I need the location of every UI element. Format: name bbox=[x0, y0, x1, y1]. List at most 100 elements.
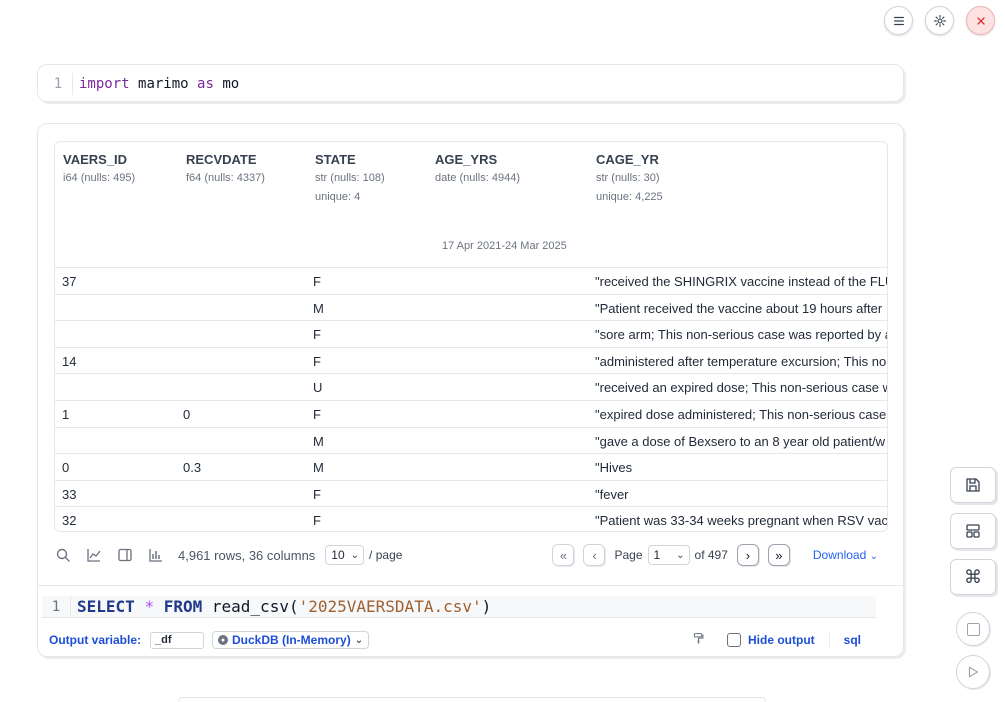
command-palette-button[interactable]: ⌘ bbox=[950, 559, 996, 595]
line-number: 1 bbox=[51, 598, 61, 615]
cell-recvdate: 0.3 bbox=[183, 460, 202, 476]
table-row[interactable]: U "received an expired dose; This non-ser… bbox=[55, 374, 887, 401]
engine-label: DuckDB (In-Memory) bbox=[232, 633, 351, 647]
output-variable-label: Output variable: bbox=[49, 633, 142, 647]
cell-state: M bbox=[313, 433, 324, 449]
function-name: read_csv( bbox=[211, 597, 299, 616]
next-cell-preview bbox=[178, 697, 766, 702]
stop-button[interactable] bbox=[956, 612, 990, 646]
column-name: RECVDATE bbox=[186, 152, 257, 167]
gutter-divider bbox=[70, 595, 71, 618]
cell-cage-yr: "Patient was 33-34 weeks pregnant when R… bbox=[595, 513, 888, 529]
column-stats-button[interactable] bbox=[147, 546, 165, 564]
format-button[interactable] bbox=[692, 632, 705, 648]
cell-cage-yr: "Hives bbox=[595, 460, 633, 476]
module-alias: mo bbox=[222, 76, 240, 92]
table-row[interactable]: M "Patient received the vaccine about 19 … bbox=[55, 295, 887, 322]
cell-state: F bbox=[313, 486, 321, 502]
per-page-label: / page bbox=[369, 548, 403, 562]
date-range-summary: 17 Apr 2021-24 Mar 2025 bbox=[442, 240, 567, 252]
column-type: date (nulls: 4944) bbox=[435, 172, 520, 184]
output-variable-input[interactable] bbox=[150, 631, 205, 649]
hide-output-checkbox[interactable] bbox=[727, 633, 741, 647]
paint-roller-icon bbox=[693, 633, 704, 644]
column-name: AGE_YRS bbox=[435, 152, 498, 167]
column-unique: unique: 4,225 bbox=[596, 191, 663, 203]
page-label: Page bbox=[614, 548, 643, 562]
column-type: f64 (nulls: 4337) bbox=[186, 172, 265, 184]
chevron-down-icon: ⌄ bbox=[350, 549, 360, 561]
page-count: of 497 bbox=[694, 548, 728, 562]
column-name: CAGE_YR bbox=[596, 152, 659, 167]
engine-select[interactable]: ● DuckDB (In-Memory) ⌄ bbox=[212, 631, 370, 649]
code-cell-import[interactable]: 1 import marimo as mo bbox=[37, 64, 904, 102]
cell-recvdate: 0 bbox=[183, 407, 191, 422]
select-star: * bbox=[144, 597, 155, 616]
page-size-select[interactable]: 10 ⌄ bbox=[325, 545, 365, 565]
column-type: str (nulls: 30) bbox=[596, 172, 660, 184]
sql-editor-line[interactable]: 1 SELECT * FROM read_csv('2025VAERSDATA.… bbox=[42, 595, 876, 618]
chevron-down-icon: ⌄ bbox=[676, 549, 685, 561]
search-icon bbox=[56, 548, 70, 562]
save-button[interactable] bbox=[950, 467, 996, 503]
close-button[interactable] bbox=[966, 6, 995, 35]
download-button[interactable]: Download ⌄ bbox=[813, 548, 878, 562]
chevron-down-icon: ⌄ bbox=[869, 551, 878, 562]
cell-cage-yr: "expired dose administered; This non-ser… bbox=[595, 407, 887, 422]
double-chevron-left-icon: « bbox=[559, 547, 568, 563]
download-label: Download bbox=[812, 548, 867, 562]
table-row[interactable]: 1 0 F "expired dose administered; This non-… bbox=[55, 401, 887, 428]
next-page-button[interactable]: › bbox=[736, 544, 759, 566]
sql-cell[interactable]: VAERS_ID i64 (nulls: 495) RECVDATE f64 (… bbox=[37, 123, 904, 657]
layout-button[interactable] bbox=[950, 513, 996, 549]
chevron-right-icon: › bbox=[745, 547, 751, 563]
table-row[interactable]: F "sore arm; This non-serious case was re… bbox=[55, 321, 887, 348]
column-header-age-yrs[interactable]: AGE_YRS date (nulls: 4944) bbox=[435, 152, 520, 184]
column-header-recvdate[interactable]: RECVDATE f64 (nulls: 4337) bbox=[186, 152, 265, 184]
gear-icon bbox=[933, 14, 946, 27]
table-row[interactable]: 37 F "received the SHINGRIX vaccine instea… bbox=[55, 268, 887, 295]
chart-button[interactable] bbox=[85, 546, 103, 564]
table-row[interactable]: 14 F "administered after temperature excur… bbox=[55, 348, 887, 375]
column-header-vaers-id[interactable]: VAERS_ID i64 (nulls: 495) bbox=[63, 152, 135, 184]
cell-cage-yr: "gave a dose of Bexsero to an 8 year old… bbox=[595, 433, 886, 449]
first-page-button[interactable]: « bbox=[552, 544, 575, 566]
search-button[interactable] bbox=[54, 546, 72, 564]
hide-output-label: Hide output bbox=[748, 633, 815, 647]
column-header-state[interactable]: STATE str (nulls: 108) unique: 4 bbox=[315, 152, 385, 203]
language-toggle[interactable]: sql bbox=[844, 633, 861, 647]
table-toolbar: 4,961 rows, 36 columns 10 ⌄ / page « ‹ Pa… bbox=[54, 542, 887, 568]
cell-cage-yr: "received the SHINGRIX vaccine instead o… bbox=[595, 274, 888, 289]
cell-vaers-id: 32 bbox=[62, 513, 77, 529]
chevron-down-icon: ⌄ bbox=[354, 634, 364, 646]
columns-panel-button[interactable] bbox=[116, 546, 134, 564]
last-page-button[interactable]: » bbox=[767, 544, 790, 566]
table-row[interactable]: M "gave a dose of Bexsero to an 8 year ol… bbox=[55, 428, 887, 455]
previous-page-button[interactable]: ‹ bbox=[583, 544, 606, 566]
command-icon: ⌘ bbox=[964, 566, 982, 587]
page-number-select[interactable]: 1 ⌄ bbox=[647, 545, 690, 565]
chevron-left-icon: ‹ bbox=[592, 547, 597, 563]
cell-state: F bbox=[313, 353, 321, 369]
cell-cage-yr: "administered after temperature excursio… bbox=[595, 353, 887, 369]
string-argument: '2025VAERSDATA.csv' bbox=[298, 597, 482, 616]
cell-state: M bbox=[313, 460, 324, 476]
cell-state: F bbox=[313, 274, 321, 289]
keyword-import: import bbox=[79, 76, 130, 92]
cell-state: U bbox=[313, 380, 323, 396]
sql-config-bar: Output variable: ● DuckDB (In-Memory) ⌄ … bbox=[49, 630, 887, 650]
divider bbox=[828, 633, 830, 647]
table-row[interactable]: 32 F "Patient was 33-34 weeks pregnant whe… bbox=[55, 507, 888, 531]
run-button[interactable] bbox=[956, 655, 990, 689]
menu-button[interactable] bbox=[884, 6, 913, 35]
table-row[interactable]: 33 F "fever bbox=[55, 481, 887, 508]
editor-divider bbox=[38, 585, 903, 586]
table-row[interactable]: 0 0.3 M "Hives bbox=[55, 454, 887, 481]
cell-cage-yr: "received an expired dose; This non-seri… bbox=[595, 380, 888, 396]
cell-cage-yr: "Patient received the vaccine about 19 h… bbox=[595, 300, 883, 316]
data-table[interactable]: VAERS_ID i64 (nulls: 495) RECVDATE f64 (… bbox=[54, 141, 888, 532]
column-type: str (nulls: 108) bbox=[315, 172, 385, 184]
column-header-cage-yr[interactable]: CAGE_YR str (nulls: 30) unique: 4,225 bbox=[596, 152, 663, 203]
settings-button[interactable] bbox=[925, 6, 954, 35]
code-line[interactable]: 1 import marimo as mo bbox=[44, 73, 239, 95]
